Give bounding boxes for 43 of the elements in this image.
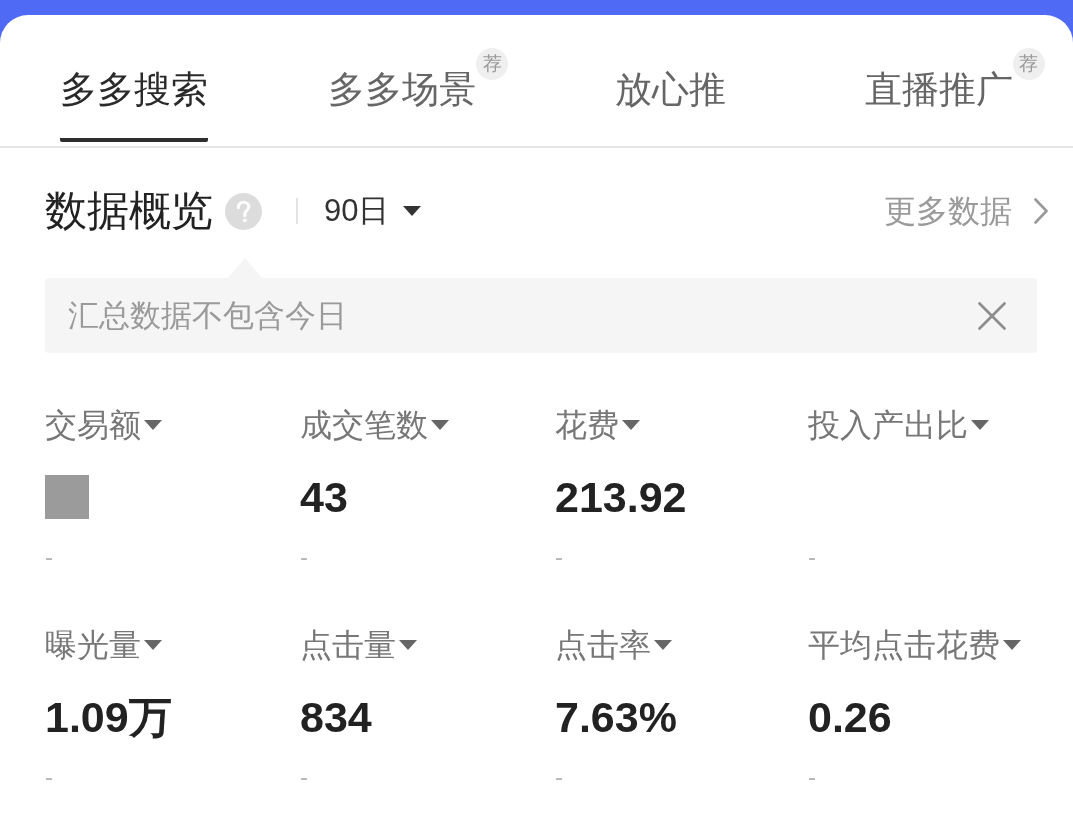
caret-down-icon: [144, 420, 162, 430]
comparison-value: -: [45, 542, 53, 572]
caret-down-icon: [971, 420, 989, 430]
metric-value: 7.63%: [555, 692, 677, 742]
tab[interactable]: 多多搜索: [60, 70, 209, 142]
metric-selector[interactable]: 交易额: [45, 405, 162, 445]
comparison-value: -: [808, 762, 816, 792]
section-title: 数据概览: [45, 186, 213, 236]
caret-down-icon: [399, 640, 417, 650]
caret-down-icon: [431, 420, 449, 430]
caret-down-icon: [654, 640, 672, 650]
close-button[interactable]: [978, 301, 1006, 330]
tab[interactable]: 放心推: [615, 70, 727, 142]
notice-text: 汇总数据不包含今日: [67, 296, 348, 335]
metric-selector[interactable]: 花费: [555, 405, 640, 445]
comparison-value: -: [300, 542, 308, 572]
metric-selector[interactable]: 曝光量: [45, 625, 162, 665]
metric-selector[interactable]: 点击率: [555, 625, 672, 665]
chevron-right-icon: [1034, 198, 1048, 224]
metric-value: 213.92: [555, 472, 687, 522]
redaction-block: [45, 475, 89, 519]
metric-selector[interactable]: 平均点击花费: [808, 625, 1021, 665]
recommend-badge: 荐: [1012, 48, 1045, 80]
metric-selector[interactable]: 点击量: [300, 625, 417, 665]
caret-down-icon: [622, 420, 640, 430]
more-data-link[interactable]: 更多数据: [884, 191, 1048, 231]
close-icon: [978, 301, 1006, 330]
metric-selector[interactable]: 成交笔数: [300, 405, 449, 445]
period-dropdown[interactable]: 90日: [324, 191, 422, 231]
caret-down-icon: [144, 640, 162, 650]
metric-value: 834: [300, 692, 372, 742]
metric-value: 0.26: [808, 692, 892, 742]
metric-value: 43: [300, 472, 348, 522]
recommend-badge: 荐: [476, 48, 509, 80]
caret-down-icon: [403, 206, 422, 216]
comparison-value: -: [300, 762, 308, 792]
comparison-value: -: [45, 762, 53, 792]
comparison-value: -: [808, 542, 816, 572]
comparison-value: -: [555, 762, 563, 792]
metric-selector[interactable]: 投入产出比: [808, 405, 989, 445]
metric-value: 1.09万: [45, 692, 172, 742]
comparison-value: -: [555, 542, 563, 572]
caret-down-icon: [1003, 640, 1021, 650]
